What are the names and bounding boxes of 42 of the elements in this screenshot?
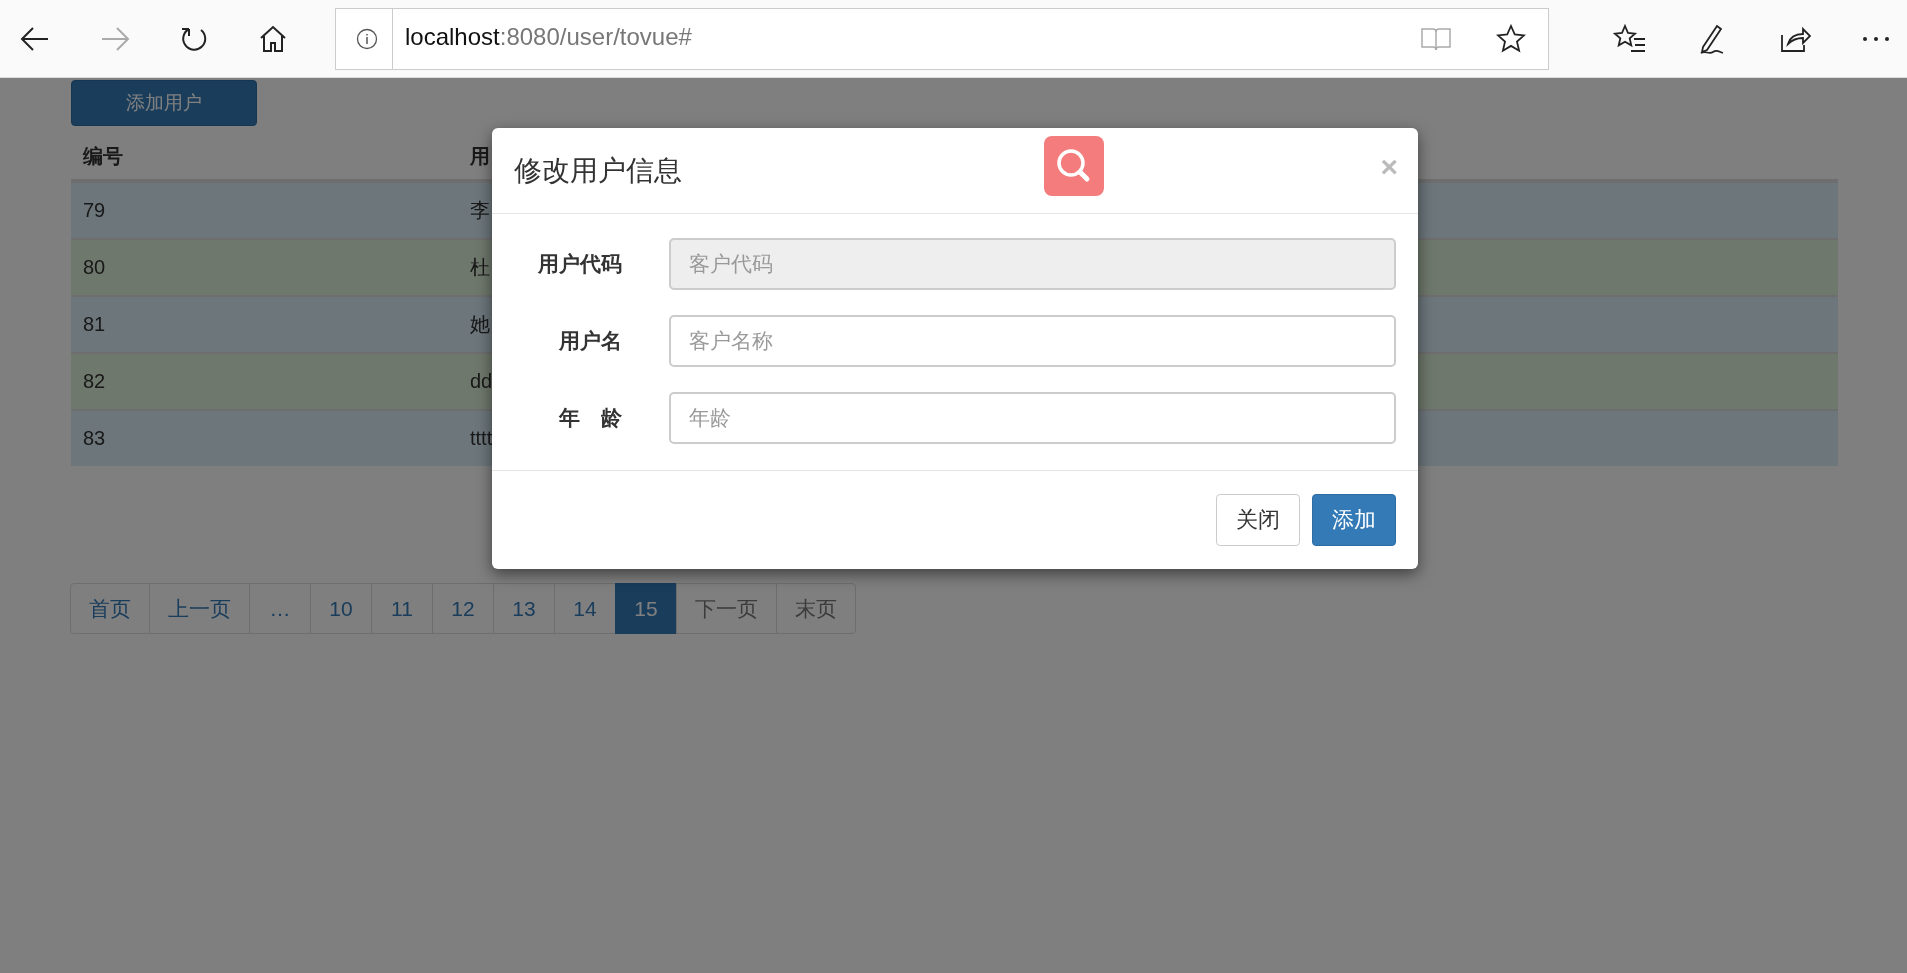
page-link[interactable]: 上一页 <box>149 583 250 634</box>
table-cell-text: 李 <box>469 198 490 223</box>
url-host: localhost <box>405 22 500 50</box>
field-label: 用户代码 <box>537 251 622 277</box>
dialog-title: 修改用户信息 <box>514 153 682 188</box>
column-header: 编号 <box>82 144 124 169</box>
close-button[interactable]: × <box>1380 150 1398 184</box>
input-field[interactable]: 客户名称 <box>669 315 1396 367</box>
field-label: 用户名 <box>558 328 622 354</box>
page-link[interactable]: 12 <box>432 583 494 634</box>
page-link[interactable]: … <box>249 583 311 634</box>
address-bar[interactable]: localhost:8080/user/tovue# <box>335 7 1549 70</box>
table-cell-text: 她 <box>469 312 490 337</box>
page-link[interactable]: 14 <box>554 583 616 634</box>
field-label: 年 龄 <box>558 405 622 431</box>
table-cell-text: 82 <box>82 370 107 393</box>
table-cell-text: 81 <box>82 313 107 336</box>
add-button[interactable]: 添加 <box>1312 494 1396 546</box>
page-link[interactable]: 13 <box>493 583 555 634</box>
page-link[interactable]: 首页 <box>70 583 150 634</box>
home-icon[interactable] <box>258 24 288 53</box>
input-field[interactable]: 年龄 <box>669 392 1396 444</box>
close-dialog-button[interactable]: 关闭 <box>1216 494 1300 546</box>
info-icon[interactable] <box>356 27 378 50</box>
more-icon[interactable] <box>1861 34 1891 43</box>
page-link[interactable]: 10 <box>310 583 372 634</box>
page-link[interactable]: 11 <box>371 583 433 634</box>
table-cell-text: 杜 <box>469 255 490 280</box>
favorites-icon[interactable] <box>1613 23 1647 54</box>
table-cell-text: 83 <box>82 427 107 450</box>
column-header: 用 <box>469 144 490 169</box>
share-icon[interactable] <box>1779 24 1811 53</box>
star-icon[interactable] <box>1496 23 1526 54</box>
back-icon[interactable] <box>20 25 50 52</box>
table-cell-text: 80 <box>82 256 107 279</box>
page-link[interactable]: 15 <box>615 583 677 634</box>
url-path: :8080/user/tovue# <box>499 22 692 50</box>
table-cell-text: dd <box>469 370 493 393</box>
table-cell-text: 79 <box>82 199 107 222</box>
table-cell-text: tttt <box>469 427 493 450</box>
search-icon[interactable] <box>1044 136 1104 196</box>
add-user-button[interactable]: 添加用户 <box>71 80 257 126</box>
